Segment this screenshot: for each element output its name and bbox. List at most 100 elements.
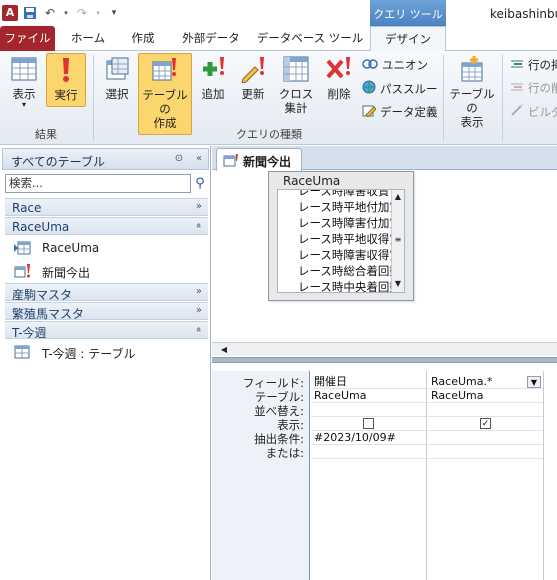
redo-icon[interactable]: ↷ [74, 5, 90, 21]
nav-section-race[interactable]: Race » [5, 198, 208, 216]
delete-rows-icon [510, 81, 524, 96]
undo-icon[interactable]: ↶ [42, 5, 58, 21]
data-definition-icon [362, 103, 377, 120]
redo-dropdown-icon[interactable]: ▾ [94, 5, 102, 21]
ribbon: 表示 ▾ 実行 結果 選択 テーブルの 作成 追加 更新 クロス 集計 削除 ユ… [0, 51, 557, 145]
expand-icon: » [195, 286, 202, 297]
nav-collapse-icon[interactable]: « [192, 152, 206, 166]
grid-cell-sort[interactable] [428, 403, 543, 417]
grid-cell-table[interactable]: RaceUma [311, 389, 426, 403]
tab-database-tools[interactable]: データベース ツール [256, 26, 364, 51]
scroll-up-icon[interactable]: ▲ [392, 191, 404, 203]
save-icon[interactable] [22, 5, 38, 21]
nav-header[interactable]: すべてのテーブル ⊙ « [2, 148, 209, 170]
append-query-button[interactable]: 追加 [196, 55, 230, 101]
nav-item-t-konshu-table[interactable]: T-今週 : テーブル [5, 340, 208, 364]
table-icon [13, 344, 31, 360]
access-app-icon[interactable]: A [2, 5, 18, 21]
grid-cell-field[interactable]: 開催日 [311, 375, 426, 389]
scroll-left-icon[interactable]: ◀ [218, 344, 230, 356]
view-button[interactable]: 表示 ▾ [6, 55, 42, 109]
field-list-body: レース時障害収賞 レース時平地付加賞 レース時障害付加賞 レース時平地収得賞 レ… [277, 189, 405, 293]
grid-cell-criteria[interactable] [428, 431, 543, 445]
field-list-item[interactable]: レース時平地付加賞 [298, 199, 396, 214]
grid-cell-sort[interactable] [311, 403, 426, 417]
window-title: keibashinbu [490, 7, 557, 21]
update-query-button[interactable]: 更新 [236, 55, 270, 101]
nav-item-query[interactable]: 新聞今出 [5, 259, 208, 283]
nav-search-input[interactable]: 検索... [5, 174, 191, 193]
tab-design[interactable]: デザイン [370, 26, 446, 52]
design-grid: フィールド: テーブル: 並べ替え: 表示: 抽出条件: または: 開催日 Ra… [212, 363, 557, 580]
field-list-item[interactable]: レース時総合着回数 [298, 263, 396, 278]
undo-dropdown-icon[interactable]: ▾ [62, 5, 70, 21]
tab-home[interactable]: ホーム [62, 26, 114, 51]
table-pane[interactable]: RaceUma レース時障害収賞 レース時平地付加賞 レース時障害付加賞 レース… [212, 171, 557, 341]
nav-section-t-konshu[interactable]: T-今週 » [5, 321, 208, 340]
tab-file[interactable]: ファイル [0, 26, 55, 51]
union-query-button[interactable]: ユニオン [362, 57, 428, 73]
select-query-icon [103, 55, 131, 83]
make-table-query-icon [13, 263, 31, 279]
query-design-window: 新聞今出 RaceUma レース時障害収賞 レース時平地付加賞 レース時障害付加… [212, 146, 557, 580]
field-dropdown-icon[interactable]: ▼ [527, 376, 541, 388]
grid-row-labels: フィールド: テーブル: 並べ替え: 表示: 抽出条件: または: [212, 371, 310, 580]
field-list-window[interactable]: RaceUma レース時障害収賞 レース時平地付加賞 レース時障害付加賞 レース… [268, 171, 414, 301]
nav-menu-icon[interactable]: ⊙ [172, 152, 186, 166]
expand-icon: » [195, 305, 202, 316]
collapse-icon: » [193, 326, 205, 333]
builder-button[interactable]: ビルダ [510, 103, 557, 120]
grid-cell-or[interactable] [311, 445, 426, 459]
field-list-item[interactable]: レース時平地収得賞 [298, 231, 396, 246]
grid-column-1: 開催日 RaceUma #2023/10/09# [311, 371, 427, 580]
query-type-group-label: クエリの種類 [236, 128, 302, 141]
show-checkbox[interactable]: ✓ [480, 418, 491, 429]
quick-access-toolbar: A ↶ ▾ ↷ ▾ ▾ [2, 5, 122, 21]
scroll-thumb-icon[interactable]: ≡ [392, 234, 404, 246]
query-tab-icon [223, 153, 239, 170]
show-checkbox[interactable] [363, 418, 374, 429]
field-list-item[interactable]: レース時中央着回数 [298, 279, 396, 292]
insert-rows-button[interactable]: 行の挿 [510, 57, 557, 73]
field-list-item[interactable]: レース時障害付加賞 [298, 215, 396, 230]
title-bar: A ↶ ▾ ↷ ▾ ▾ クエリ ツール keibashinbu [0, 0, 557, 26]
ribbon-tabs: ファイル ホーム 作成 外部データ データベース ツール デザイン [0, 26, 557, 52]
collapse-icon: » [193, 222, 205, 229]
nav-item-raceuma-table[interactable]: RaceUma [5, 236, 208, 260]
grid-cell-or[interactable] [428, 445, 543, 459]
nav-section-raceuma[interactable]: RaceUma » [5, 217, 208, 235]
tab-external-data[interactable]: 外部データ [172, 26, 250, 51]
grid-cell-table[interactable]: RaceUma [428, 389, 543, 403]
customize-qat-icon[interactable]: ▾ [106, 5, 122, 21]
search-icon[interactable]: ⚲ [192, 174, 208, 193]
builder-wand-icon [510, 103, 524, 120]
insert-rows-icon [510, 58, 524, 73]
nav-section-hanshokuba-master[interactable]: 繁殖馬マスタ » [5, 302, 208, 321]
select-query-button[interactable]: 選択 [98, 55, 136, 101]
data-definition-query-button[interactable]: データ定義 [362, 103, 438, 120]
row-label-or: または: [265, 446, 304, 460]
show-table-button[interactable]: テーブルの 表示 [446, 55, 498, 129]
nav-section-sanku-master[interactable]: 産駒マスタ » [5, 283, 208, 302]
delete-query-button[interactable]: 削除 [322, 55, 356, 101]
nav-title: すべてのテーブル [11, 155, 105, 169]
tab-create[interactable]: 作成 [120, 26, 166, 51]
make-table-query-button[interactable]: テーブルの 作成 [138, 53, 192, 135]
grid-cell-show: ✓ [428, 417, 543, 431]
grid-cell-field[interactable]: RaceUma.* ▼ [428, 375, 543, 389]
run-button[interactable]: 実行 [46, 53, 86, 107]
document-tab[interactable]: 新聞今出 [216, 148, 302, 171]
run-exclamation-icon [52, 56, 80, 84]
grid-cell-criteria[interactable]: #2023/10/09# [311, 431, 426, 445]
field-list-scrollbar[interactable]: ▲ ≡ ▼ [391, 190, 404, 292]
linked-table-icon [13, 240, 31, 256]
union-icon [362, 58, 378, 73]
crosstab-query-button[interactable]: クロス 集計 [276, 55, 316, 115]
delete-rows-button[interactable]: 行の削 [510, 80, 557, 96]
navigation-pane: すべてのテーブル ⊙ « 検索... ⚲ Race » RaceUma » Ra… [0, 146, 211, 580]
scroll-down-icon[interactable]: ▼ [392, 278, 404, 290]
table-pane-hscrollbar[interactable]: ◀ [212, 342, 557, 356]
passthrough-query-button[interactable]: パススルー [362, 80, 438, 97]
field-list-item[interactable]: レース時障害収賞 [298, 190, 396, 198]
field-list-item[interactable]: レース時障害収得賞 [298, 247, 396, 262]
